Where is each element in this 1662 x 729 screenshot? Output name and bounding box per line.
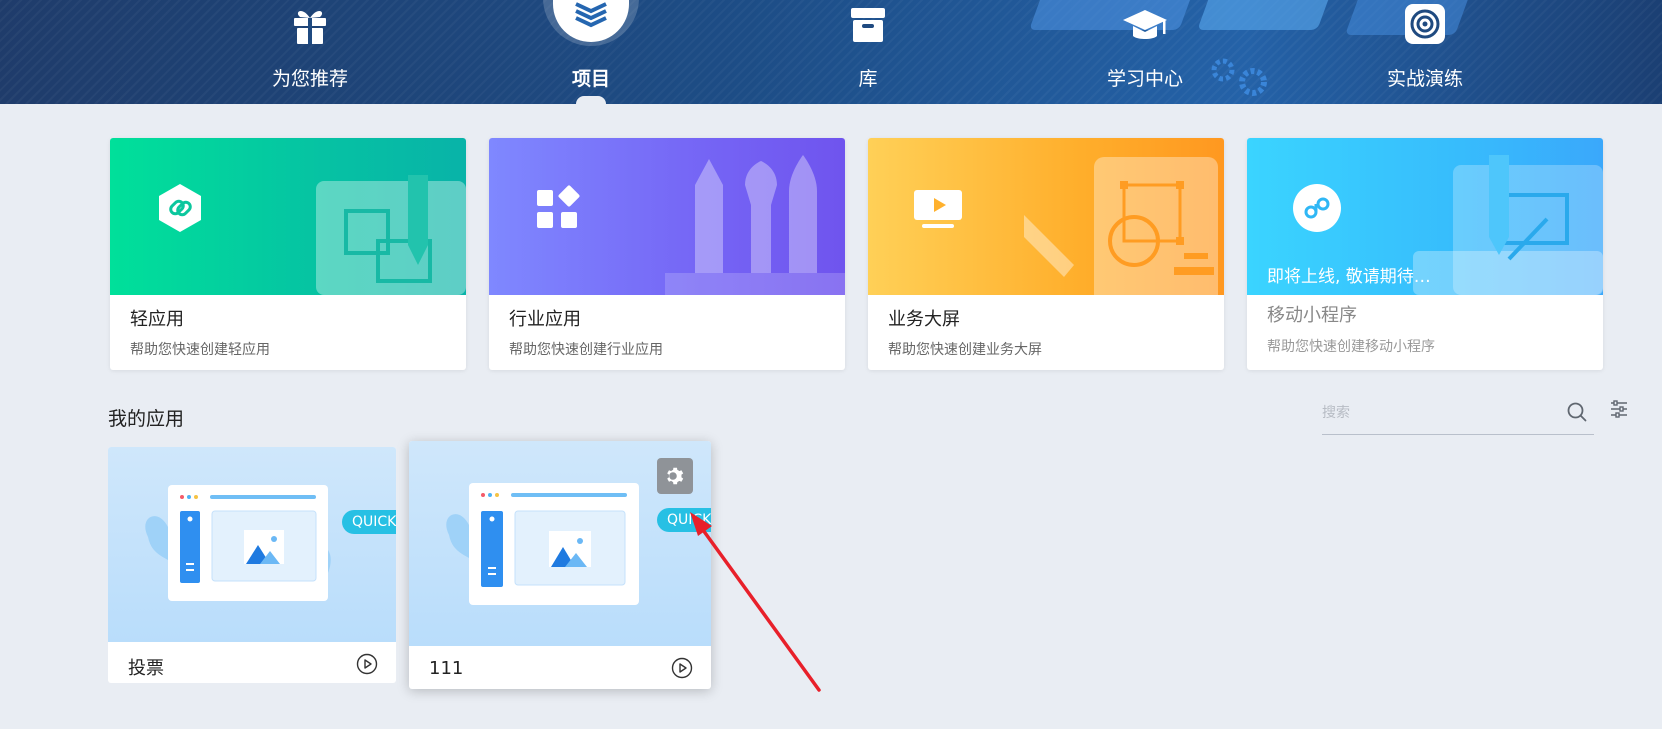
target-icon <box>1405 4 1445 44</box>
graduation-cap-icon <box>1123 10 1167 39</box>
search-icon[interactable] <box>1566 401 1588 423</box>
app-thumbnail: QUICK <box>108 447 396 642</box>
quick-tag: QUICK <box>657 508 711 532</box>
coming-soon-badge: 即将上线, 敬请期待… <box>1267 267 1431 287</box>
feature-card-industry-app[interactable]: 行业应用 帮助您快速创建行业应用 <box>489 138 845 370</box>
gear-icon <box>667 467 684 485</box>
app-illustration <box>446 483 639 605</box>
layers-icon <box>575 2 607 28</box>
feature-banner <box>489 138 845 295</box>
feature-title: 轻应用 <box>130 309 184 330</box>
nav-item-library[interactable]: 库 <box>788 0 948 104</box>
nav-label: 为您推荐 <box>271 68 348 90</box>
feature-banner: 即将上线, 敬请期待… <box>1247 138 1603 295</box>
app-card[interactable]: QUICK 111 <box>409 441 711 689</box>
feature-description: 帮助您快速创建行业应用 <box>509 342 663 358</box>
feature-title: 移动小程序 <box>1267 305 1357 326</box>
app-card[interactable]: QUICK 投票 <box>108 447 396 683</box>
nav-label: 项目 <box>571 68 610 90</box>
nav-label: 学习中心 <box>1106 68 1183 90</box>
app-thumbnail: QUICK <box>409 441 711 646</box>
design-board-illustration <box>1413 155 1603 295</box>
nav-item-recommend[interactable]: 为您推荐 <box>230 0 390 104</box>
mini-program-icon <box>1293 184 1341 232</box>
feature-card-light-app[interactable]: 轻应用 帮助您快速创建轻应用 <box>110 138 466 370</box>
filter-settings-icon[interactable] <box>1608 398 1630 420</box>
feature-banner <box>868 138 1224 295</box>
play-icon[interactable] <box>356 653 378 675</box>
active-caret <box>576 96 606 104</box>
nav-item-learning-center[interactable]: 学习中心 <box>1065 0 1225 104</box>
nav-label: 实战演练 <box>1386 68 1463 90</box>
app-name: 投票 <box>128 658 164 679</box>
search-input[interactable] <box>1322 393 1552 433</box>
archive-box-icon <box>851 8 885 42</box>
app-illustration <box>145 485 331 601</box>
feature-description: 帮助您快速创建业务大屏 <box>888 342 1042 358</box>
feature-description: 帮助您快速创建轻应用 <box>130 342 270 358</box>
feature-title: 行业应用 <box>509 309 581 330</box>
feature-title: 业务大屏 <box>888 309 960 330</box>
app-name: 111 <box>429 658 464 679</box>
nav-item-practice[interactable]: 实战演练 <box>1345 0 1505 104</box>
quick-tag: QUICK <box>342 510 396 534</box>
design-tablet-illustration <box>1024 157 1218 295</box>
section-title-my-apps: 我的应用 <box>108 408 185 430</box>
link-hexagon-icon <box>159 184 201 232</box>
settings-button[interactable] <box>657 458 693 494</box>
nav-item-projects[interactable]: 项目 <box>511 0 671 104</box>
search-box <box>1322 393 1594 435</box>
screen-play-icon <box>914 190 962 228</box>
nav-label: 库 <box>858 68 878 90</box>
apps-grid-icon <box>537 185 580 228</box>
top-navigation: 为您推荐 项目 库 学习中心 实战演练 <box>0 0 1662 104</box>
feature-description: 帮助您快速创建移动小程序 <box>1267 339 1435 355</box>
feature-card-dashboard[interactable]: 业务大屏 帮助您快速创建业务大屏 <box>868 138 1224 370</box>
feature-banner <box>110 138 466 295</box>
play-icon[interactable] <box>671 657 693 679</box>
pencils-brushes-illustration <box>665 155 845 295</box>
feature-card-mini-program: 即将上线, 敬请期待… 移动小程序 帮助您快速创建移动小程序 <box>1247 138 1603 370</box>
drawing-board-illustration <box>316 175 466 295</box>
gift-icon <box>294 10 326 44</box>
